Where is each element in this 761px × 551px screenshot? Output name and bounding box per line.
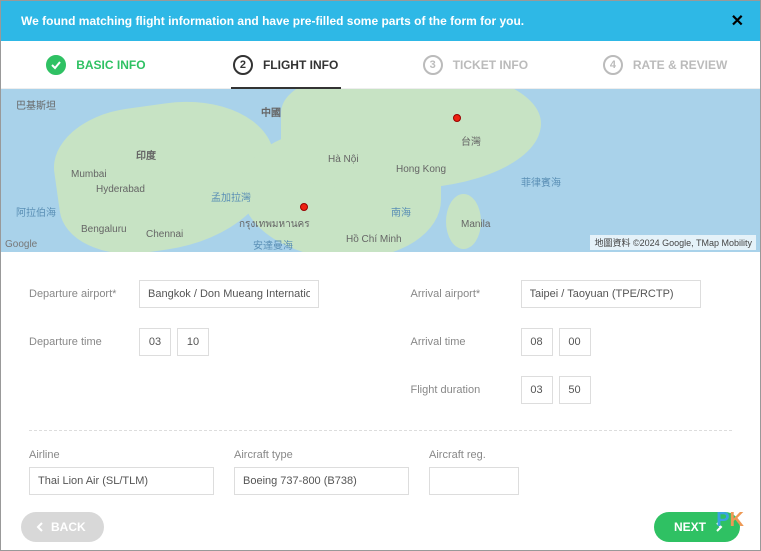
- departure-airport-label: Departure airport*: [29, 288, 139, 300]
- step-ticket-info[interactable]: 3 TICKET INFO: [381, 41, 571, 88]
- map-label: กรุงเทพมหานคร: [239, 217, 310, 232]
- map-label: 阿拉伯海: [16, 204, 56, 219]
- departure-time-label: Departure time: [29, 336, 139, 348]
- map-label: Mumbai: [71, 169, 107, 180]
- step-number-icon: 4: [603, 55, 623, 75]
- aircraft-reg-input[interactable]: [429, 467, 519, 495]
- step-rate-review[interactable]: 4 RATE & REVIEW: [570, 41, 760, 88]
- departure-minute-input[interactable]: [177, 328, 209, 356]
- map-copyright: 地圖資料 ©2024 Google, TMap Mobility: [590, 235, 756, 250]
- map-label: 印度: [136, 147, 156, 162]
- step-label: RATE & REVIEW: [633, 58, 727, 72]
- flight-form-window: We found matching flight information and…: [0, 0, 761, 551]
- aircraft-type-label: Aircraft type: [234, 449, 409, 461]
- chevron-right-icon: [714, 522, 724, 532]
- map-label: 菲律賓海: [521, 174, 561, 189]
- departure-airport-input[interactable]: [139, 280, 319, 308]
- aircraft-type-input[interactable]: [234, 467, 409, 495]
- aircraft-reg-label: Aircraft reg.: [429, 449, 519, 461]
- back-button[interactable]: BACK: [21, 512, 104, 542]
- map-label: 中國: [261, 104, 281, 119]
- aircraft-row: Airline Aircraft type Aircraft reg.: [1, 449, 760, 495]
- arrival-minute-input[interactable]: [559, 328, 591, 356]
- check-icon: [46, 55, 66, 75]
- map-label: Hồ Chí Minh: [346, 234, 402, 245]
- map-label: Hyderabad: [96, 184, 145, 195]
- step-flight-info[interactable]: 2 FLIGHT INFO: [191, 41, 381, 88]
- arrival-time-label: Arrival time: [411, 336, 521, 348]
- step-label: FLIGHT INFO: [263, 58, 338, 72]
- step-nav: BASIC INFO 2 FLIGHT INFO 3 TICKET INFO 4…: [1, 41, 760, 89]
- origin-pin-icon: [300, 203, 308, 211]
- map-label: 台灣: [461, 133, 481, 148]
- destination-pin-icon: [453, 114, 461, 122]
- info-banner: We found matching flight information and…: [1, 1, 760, 41]
- departure-hour-input[interactable]: [139, 328, 171, 356]
- arrival-hour-input[interactable]: [521, 328, 553, 356]
- map-label: Bengaluru: [81, 224, 127, 235]
- map-label: 巴基斯坦: [16, 97, 56, 112]
- step-number-icon: 3: [423, 55, 443, 75]
- flight-form: Departure airport* Departure time Arriva…: [1, 252, 760, 424]
- arrival-airport-input[interactable]: [521, 280, 701, 308]
- route-map[interactable]: 印度 Mumbai Hyderabad Bengaluru Chennai กร…: [1, 89, 760, 252]
- duration-minute-input[interactable]: [559, 376, 591, 404]
- airline-label: Airline: [29, 449, 214, 461]
- map-label: 南海: [391, 204, 411, 219]
- form-footer: BACK NEXT: [1, 512, 760, 542]
- step-basic-info[interactable]: BASIC INFO: [1, 41, 191, 88]
- divider: [29, 430, 732, 431]
- map-label: Hong Kong: [396, 164, 446, 175]
- arrival-column: Arrival airport* Arrival time Flight dur…: [411, 280, 733, 424]
- departure-column: Departure airport* Departure time: [29, 280, 351, 424]
- step-number-icon: 2: [233, 55, 253, 75]
- step-label: TICKET INFO: [453, 58, 528, 72]
- next-button-label: NEXT: [674, 520, 706, 534]
- map-label: Hà Nội: [328, 154, 359, 165]
- next-button[interactable]: NEXT: [654, 512, 740, 542]
- airline-input[interactable]: [29, 467, 214, 495]
- step-label: BASIC INFO: [76, 58, 145, 72]
- arrival-airport-label: Arrival airport*: [411, 288, 521, 300]
- chevron-left-icon: [35, 522, 45, 532]
- map-label: Manila: [461, 219, 490, 230]
- close-icon[interactable]: ✕: [731, 11, 744, 31]
- map-label: 孟加拉灣: [211, 189, 251, 204]
- map-label: 安達曼海: [253, 237, 293, 252]
- google-logo: Google: [5, 239, 37, 250]
- back-button-label: BACK: [51, 520, 86, 534]
- info-banner-text: We found matching flight information and…: [21, 14, 524, 28]
- duration-label: Flight duration: [411, 384, 521, 396]
- duration-hour-input[interactable]: [521, 376, 553, 404]
- map-label: Chennai: [146, 229, 183, 240]
